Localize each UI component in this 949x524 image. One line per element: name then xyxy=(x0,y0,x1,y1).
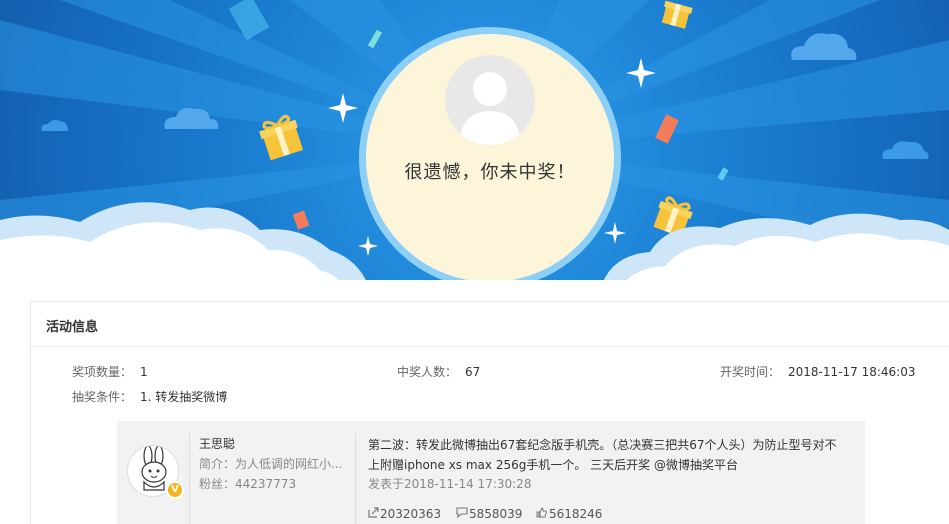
prize-count-value: 1 xyxy=(140,365,148,379)
draw-time-label: 开奖时间： xyxy=(720,365,781,379)
post-date: 发表于2018-11-14 17:30:28 xyxy=(368,477,532,491)
verified-v-badge-icon: V xyxy=(166,481,184,499)
draw-time-value: 2018-11-17 18:46:03 xyxy=(788,365,916,379)
user-bio: 简介：为人低调的网红小... xyxy=(199,457,343,471)
prize-count-row: 奖项数量： 1 xyxy=(72,363,148,380)
user-fans-count: 粉丝：44237773 xyxy=(199,477,297,491)
draw-time-row: 开奖时间： 2018-11-17 18:46:03 xyxy=(720,363,915,380)
repost-icon xyxy=(368,507,379,521)
gift-box-icon xyxy=(661,0,693,29)
like-count-value: 5618246 xyxy=(549,507,603,521)
condition-row: 抽奖条件： 1. 转发抽奖微博 xyxy=(72,388,227,405)
condition-label: 抽奖条件： xyxy=(72,390,133,404)
prize-count-label: 奖项数量： xyxy=(72,365,133,379)
divider xyxy=(31,346,949,347)
user-name[interactable]: 王思聪 xyxy=(199,435,235,452)
winner-count-row: 中奖人数： 67 xyxy=(397,363,480,380)
small-cloud-icon xyxy=(164,108,219,129)
small-cloud-icon xyxy=(41,120,68,131)
repost-count-value: 20320363 xyxy=(380,507,442,521)
comment-count-value: 5858039 xyxy=(469,507,523,521)
divider xyxy=(189,433,190,524)
weibo-post-card[interactable]: V 王思聪 简介：为人低调的网红小... 粉丝：44237773 第二波：转发此… xyxy=(117,421,865,524)
small-cloud-icon xyxy=(791,33,857,60)
post-text[interactable]: 第二波：转发此微博抽出67套纪念版手机壳。（总决赛三把共67个人头）为防止型号对… xyxy=(368,435,848,475)
lottery-result-banner: 很遗憾，你未中奖！ xyxy=(0,0,949,290)
small-cloud-icon xyxy=(882,141,929,159)
comment-count[interactable]: 5858039 xyxy=(456,507,522,521)
panel-title: 活动信息 xyxy=(46,320,99,335)
divider xyxy=(355,433,356,524)
winner-count-value: 67 xyxy=(465,365,481,379)
condition-value: 1. 转发抽奖微博 xyxy=(140,390,228,404)
sparkle-icon xyxy=(328,93,358,123)
gift-box-icon xyxy=(259,114,304,161)
comment-icon xyxy=(456,507,468,521)
repost-count[interactable]: 20320363 xyxy=(368,507,441,521)
default-avatar-icon xyxy=(445,55,535,145)
thumb-up-icon xyxy=(536,507,548,521)
sparkle-icon xyxy=(626,58,656,88)
activity-info-panel: 活动信息 奖项数量： 1 中奖人数： 67 开奖时间： 2018-11-17 18:4… xyxy=(30,301,949,524)
cloud-layer xyxy=(0,202,949,290)
like-count[interactable]: 5618246 xyxy=(536,507,602,521)
winner-count-label: 中奖人数： xyxy=(397,365,458,379)
